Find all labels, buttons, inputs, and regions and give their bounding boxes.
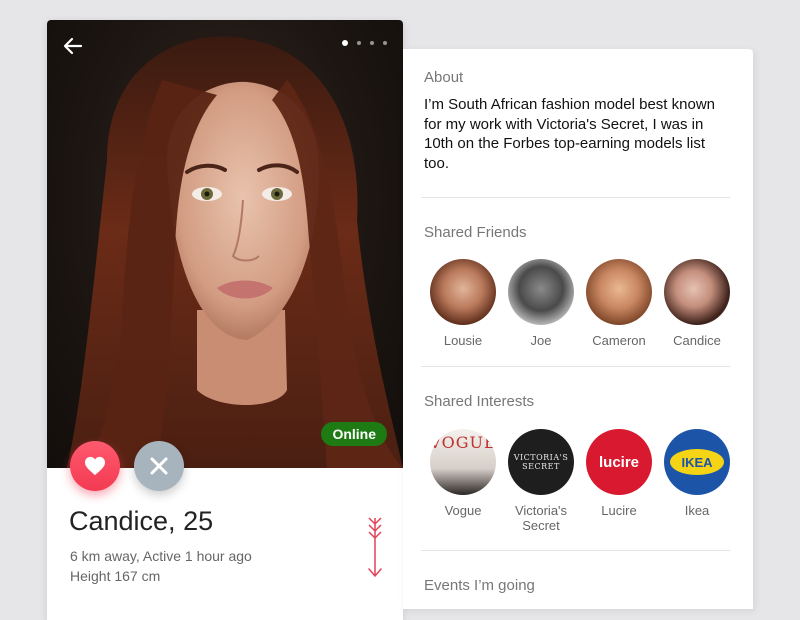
ikea-logo: IKEA — [664, 429, 730, 495]
friend-item[interactable]: Cameron — [580, 259, 658, 348]
ikea-logo-oval: IKEA — [670, 449, 724, 475]
friend-avatar — [586, 259, 652, 325]
events-title: Events I’m going — [424, 577, 535, 594]
friend-avatar — [664, 259, 730, 325]
scroll-down-arrow[interactable] — [365, 516, 385, 585]
friend-item[interactable]: Candice — [658, 259, 736, 348]
profile-name-age: Candice, 25 — [69, 506, 214, 536]
profile-height: Height 167 cm — [70, 568, 161, 584]
shared-friends-list: Lousie Joe Cameron Candice — [424, 259, 736, 348]
heart-icon — [85, 456, 105, 476]
friend-avatar — [508, 259, 574, 325]
friend-name: Joe — [530, 333, 552, 348]
divider — [421, 550, 730, 551]
page-dot[interactable] — [342, 40, 348, 46]
profile-details-card: About I’m South African fashion model be… — [403, 49, 753, 609]
close-icon — [150, 457, 168, 475]
interest-item[interactable]: lucire Lucire — [580, 429, 658, 533]
page-dot[interactable] — [370, 41, 374, 45]
interest-name: Lucire — [601, 503, 637, 518]
page-dot[interactable] — [357, 41, 361, 45]
friend-avatar — [430, 259, 496, 325]
lucire-logo: lucire — [586, 429, 652, 495]
profile-distance-activity: 6 km away, Active 1 hour ago — [70, 548, 252, 564]
divider — [421, 366, 730, 367]
like-button[interactable] — [70, 441, 120, 491]
interest-name: Victoria's Secret — [514, 503, 568, 533]
profile-photo[interactable]: Online — [47, 20, 403, 468]
about-title: About — [424, 69, 464, 86]
interest-name: Ikea — [684, 503, 710, 518]
interest-item[interactable]: IKEA Ikea — [658, 429, 736, 533]
shared-interests-title: Shared Interests — [424, 393, 535, 410]
profile-card: Online Candice, 25 6 km away, Active 1 h… — [47, 20, 403, 620]
online-status-badge: Online — [321, 422, 387, 446]
shared-friends-title: Shared Friends — [424, 224, 527, 241]
photo-page-indicator — [342, 40, 387, 46]
friend-item[interactable]: Joe — [502, 259, 580, 348]
dislike-button[interactable] — [134, 441, 184, 491]
friend-item[interactable]: Lousie — [424, 259, 502, 348]
friend-name: Lousie — [443, 333, 483, 348]
vogue-logo: VOGUE — [430, 429, 496, 495]
divider — [421, 197, 730, 198]
interest-name: Vogue — [444, 503, 482, 518]
interest-item[interactable]: VICTORIA'S SECRET Victoria's Secret — [502, 429, 580, 533]
about-text: I’m South African fashion model best kno… — [424, 96, 715, 172]
interest-item[interactable]: VOGUE Vogue — [424, 429, 502, 533]
arrow-left-icon — [63, 37, 83, 55]
friend-name: Cameron — [592, 333, 646, 348]
shared-interests-list: VOGUE Vogue VICTORIA'S SECRET Victoria's… — [424, 429, 736, 533]
victorias-secret-logo: VICTORIA'S SECRET — [508, 429, 574, 495]
back-button[interactable] — [61, 34, 85, 58]
page-dot[interactable] — [383, 41, 387, 45]
fletched-arrow-down-icon — [368, 517, 382, 578]
friend-name: Candice — [673, 333, 721, 348]
portrait-illustration — [67, 36, 403, 468]
